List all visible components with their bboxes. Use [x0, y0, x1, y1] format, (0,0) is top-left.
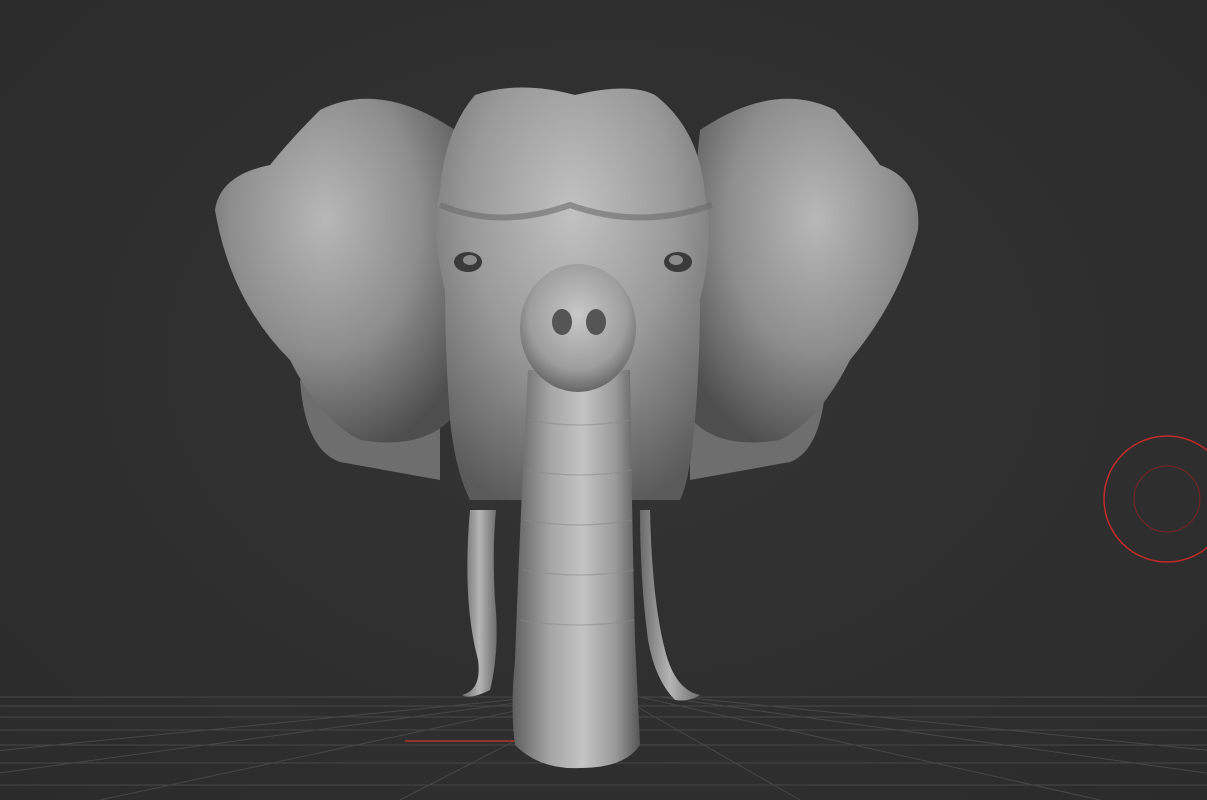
3d-viewport[interactable]: [0, 0, 1207, 800]
viewport-canvas[interactable]: [0, 0, 1207, 800]
trunk-tip: [520, 264, 636, 392]
left-ear: [215, 98, 460, 443]
trunk: [512, 370, 640, 769]
nostril-left: [552, 309, 572, 335]
elephant-model[interactable]: [215, 87, 919, 769]
nostril-right: [586, 309, 606, 335]
right-ear: [690, 98, 919, 443]
brush-circle-icon[interactable]: [1102, 434, 1207, 564]
left-tusk: [462, 510, 497, 697]
right-tusk: [640, 510, 700, 701]
